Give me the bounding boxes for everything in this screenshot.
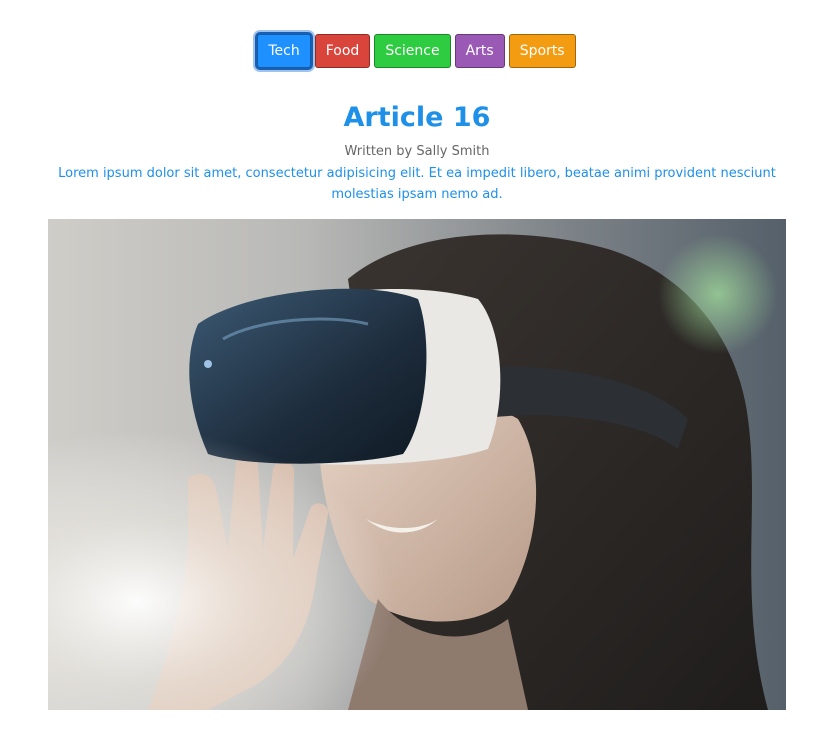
category-button-tech[interactable]: Tech [257,34,311,68]
category-button-food[interactable]: Food [314,34,371,68]
category-button-arts[interactable]: Arts [454,34,505,68]
vr-headset-photo [48,219,786,710]
article-title: Article 16 [343,102,491,133]
article-excerpt: Lorem ipsum dolor sit amet, consectetur … [58,166,776,202]
article-header: Article 16 Written by Sally Smith Lorem … [48,98,786,205]
article-author: Written by Sally Smith [344,144,490,159]
category-button-sports[interactable]: Sports [508,34,576,68]
category-filter-bar: Tech Food Science Arts Sports [0,34,833,68]
category-button-science[interactable]: Science [374,34,451,68]
page: Tech Food Science Arts Sports Article 16… [0,0,833,735]
article-hero-image [48,219,786,710]
